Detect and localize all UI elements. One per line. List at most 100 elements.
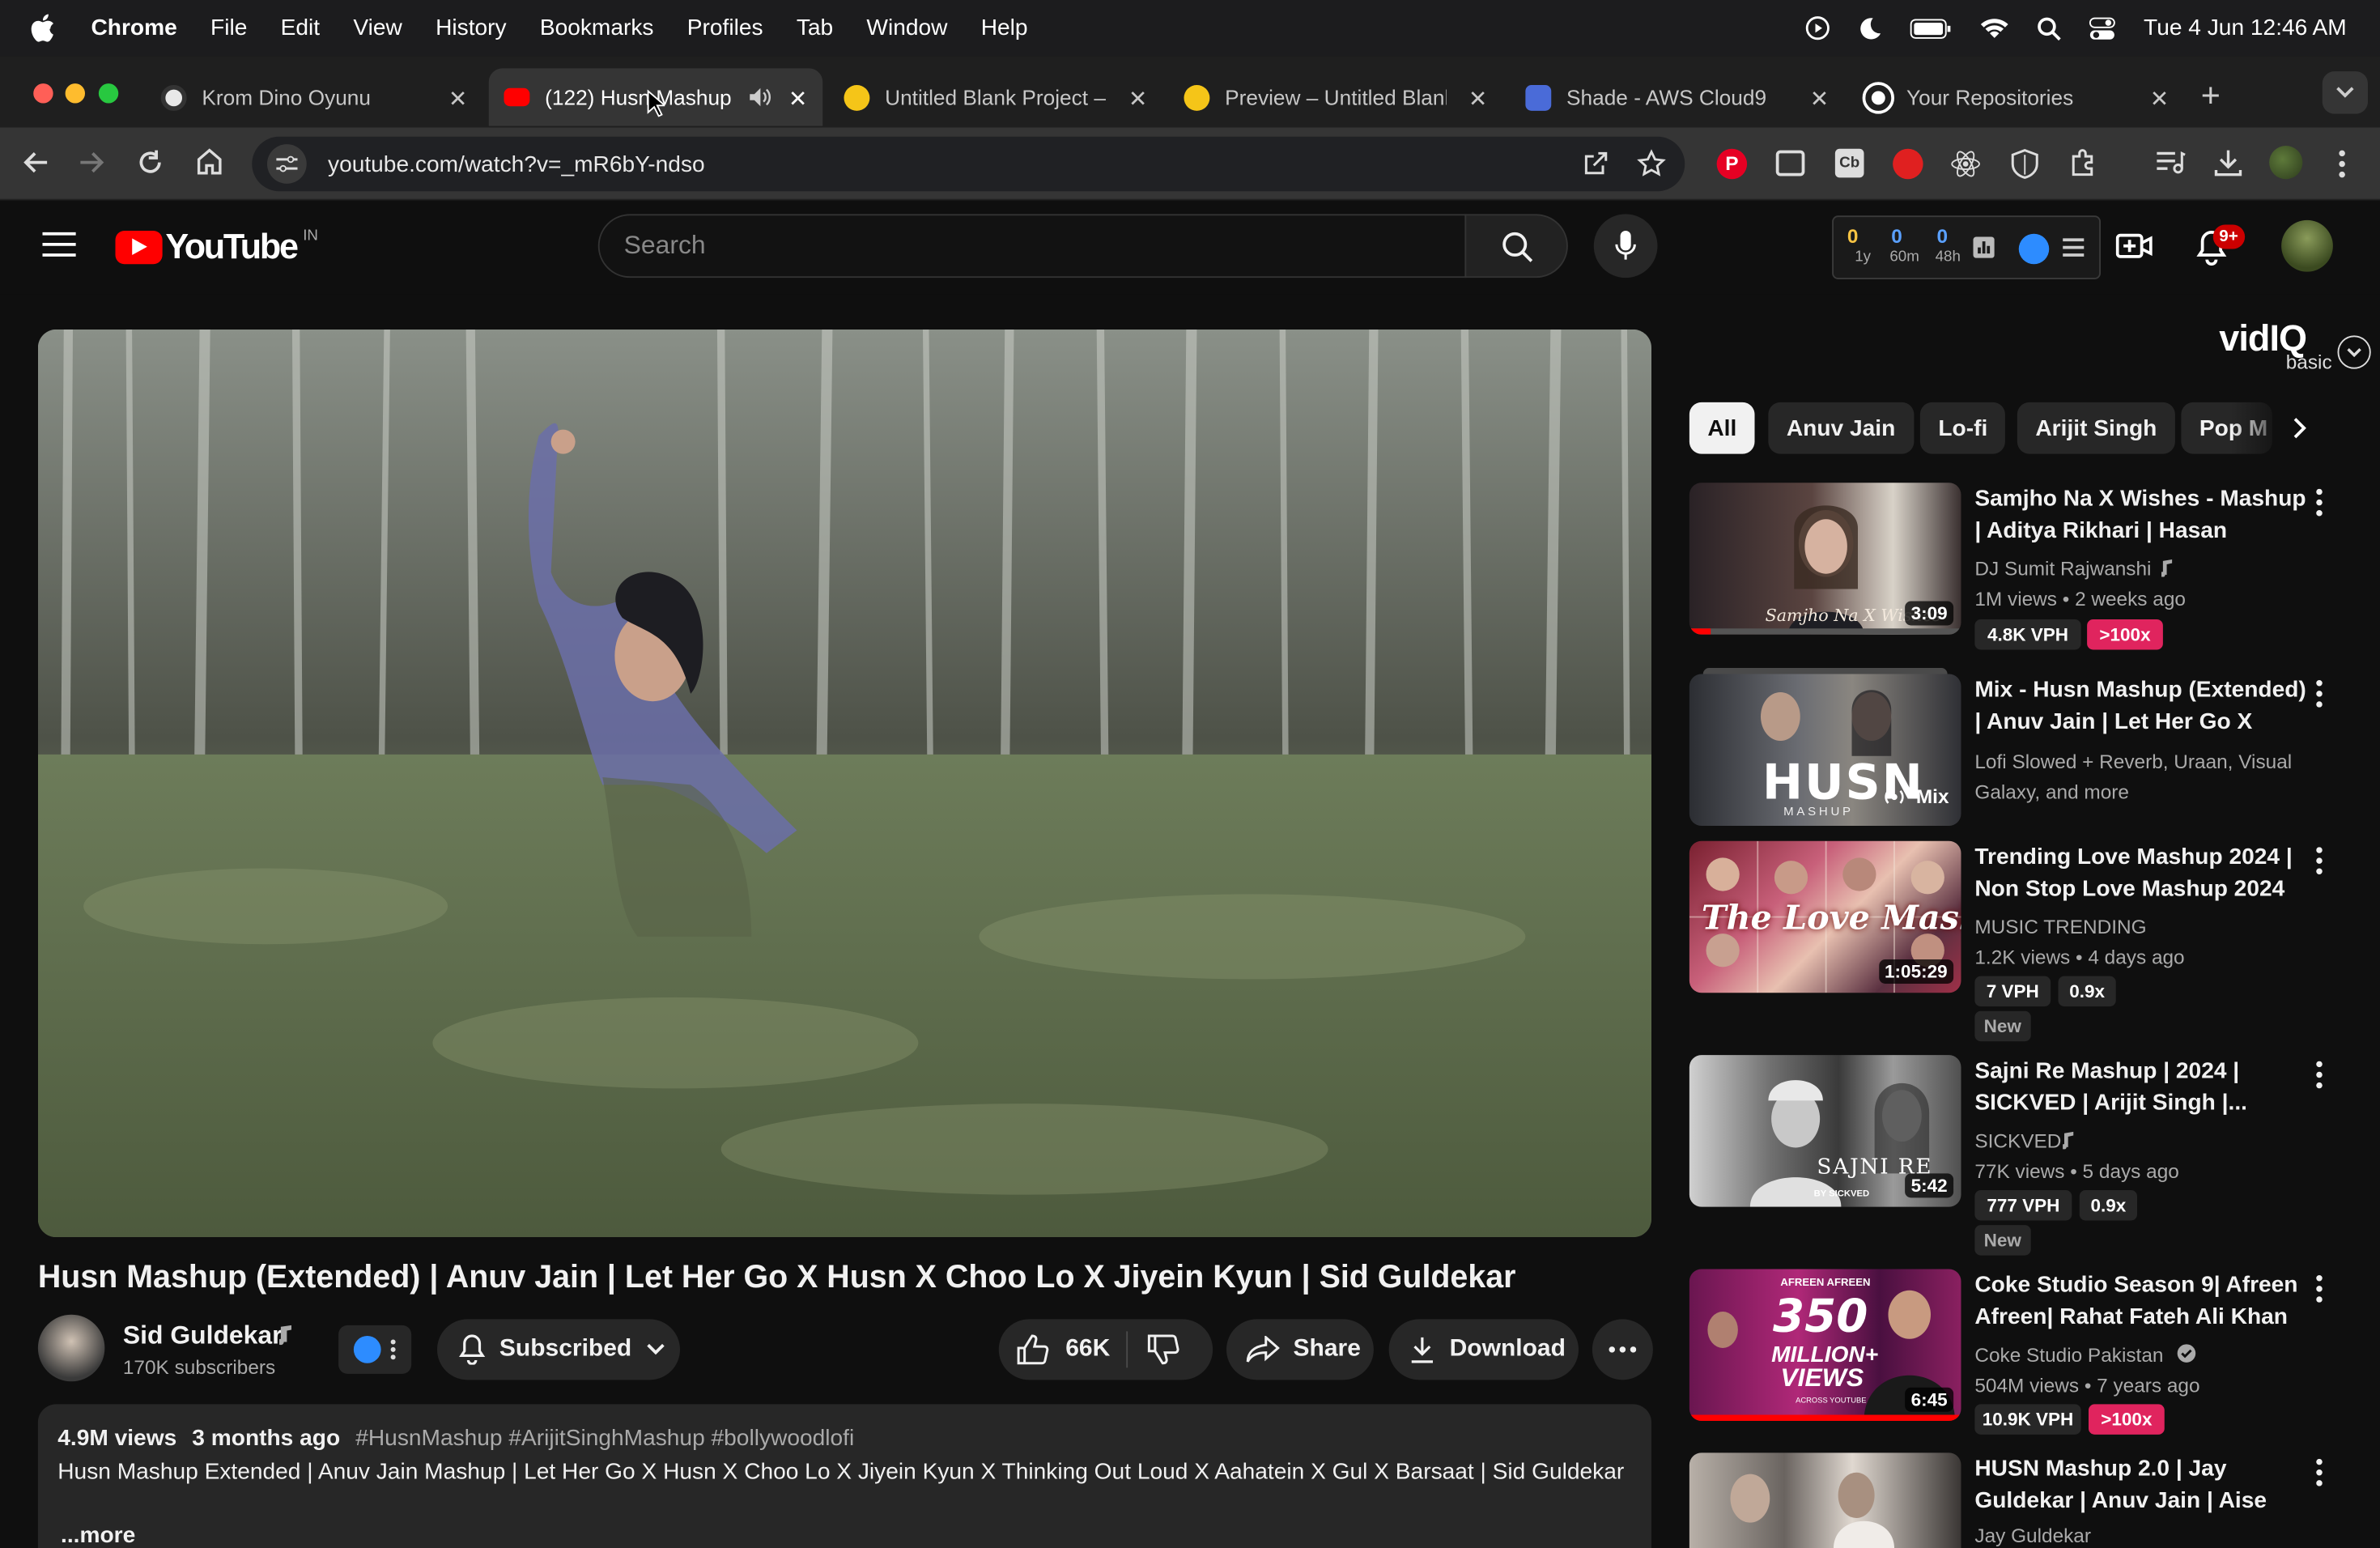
search-button[interactable] [1464,214,1568,279]
hamburger-menu-icon[interactable] [42,231,76,258]
chevron-right-icon[interactable] [2292,416,2307,440]
vidiq-logo[interactable]: vidIQ basic [2219,321,2331,372]
more-vert-icon[interactable] [2314,847,2327,878]
list-icon[interactable] [2063,237,2085,258]
search-input[interactable]: Search [597,214,1467,279]
forward-arrow-icon[interactable] [79,149,107,176]
play-status-icon[interactable] [1805,15,1831,41]
control-center-icon[interactable] [2089,16,2117,40]
menubar-clock[interactable]: Tue 4 Jun 12:46 AM [2144,15,2347,41]
description-box[interactable]: 4.9M views 3 months ago #HusnMashup #Ari… [37,1404,1651,1548]
chrome-menu-icon[interactable] [2338,149,2347,180]
menu-edit[interactable]: Edit [281,15,320,41]
zoom-window-button[interactable] [98,83,119,104]
minimize-window-button[interactable] [65,83,85,104]
video-thumbnail[interactable] [1689,1452,1961,1548]
recommendation-channel[interactable]: SICKVED [1974,1129,2061,1152]
more-vert-icon[interactable] [2314,1061,2327,1092]
account-avatar[interactable] [2281,219,2333,272]
chip-all[interactable]: All [1689,402,1755,454]
create-video-icon[interactable] [2115,229,2153,262]
recommendation-title[interactable]: Sajni Re Mashup | 2024 | SICKVED | Ariji… [1974,1055,2311,1119]
vidiq-channel-button[interactable] [338,1325,412,1374]
menu-help[interactable]: Help [981,15,1028,41]
video-thumbnail[interactable]: Samjho Na X Wishes 3:09 [1689,483,1961,635]
reload-icon[interactable] [137,149,164,176]
close-tab-icon[interactable]: ✕ [1128,85,1148,113]
hand-extension-icon[interactable] [1893,148,1923,180]
close-tab-icon[interactable]: ✕ [1810,85,1830,113]
like-button[interactable]: 66K [1017,1334,1110,1365]
chip-lo-fi[interactable]: Lo-fi [1919,402,2006,454]
tab-untitled-blank-project[interactable]: Untitled Blank Project – I ✕ [829,68,1163,125]
video-player[interactable] [37,329,1651,1238]
recommendation-title[interactable]: Mix - Husn Mashup (Extended) | Anuv Jain… [1974,674,2311,738]
wifi-icon[interactable] [1980,16,2011,40]
show-more-link[interactable]: ...more [61,1523,135,1548]
url-text[interactable]: youtube.com/watch?v=_mR6bY-ndso [328,151,705,177]
open-in-app-icon[interactable] [1582,151,1609,178]
recommendation-channel[interactable]: Jay Guldekar [1974,1525,2091,1547]
share-button[interactable]: Share [1226,1319,1374,1380]
video-thumbnail[interactable]: SAJNI RE BY SICKVED 5:42 [1689,1055,1961,1207]
tab-your-repositories[interactable]: Your Repositories ✕ [1851,68,2185,125]
extensions-puzzle-icon[interactable] [2069,147,2100,178]
menu-file[interactable]: File [210,15,247,41]
site-settings-icon[interactable] [267,144,307,184]
more-vert-icon[interactable] [2314,680,2327,711]
youtube-logo[interactable]: YouTube IN [115,226,318,267]
tab-preview-untitled[interactable]: Preview – Untitled Blank ✕ [1169,68,1503,125]
battery-icon[interactable] [1910,18,1953,39]
bookmark-star-icon[interactable] [1636,149,1667,180]
close-tab-icon[interactable]: ✕ [448,85,468,113]
subscribed-button[interactable]: Subscribed [437,1319,680,1380]
media-control-icon[interactable] [2156,149,2187,176]
recommendation-item[interactable]: HUSN Mashup 2.0 | Jay Guldekar | Anuv Ja… [1689,1452,2357,1548]
vidiq-stats-widget[interactable]: 0 1y 0 60m 0 48h [1832,215,2101,279]
recommendation-channel[interactable]: Lofi Slowed + Reverb, Uraan, Visual Gala… [1974,747,2309,808]
tab-search-button[interactable] [2322,71,2368,114]
recommendation-channel[interactable]: DJ Sumit Rajwanshi [1974,557,2151,580]
apple-icon[interactable] [31,14,55,43]
shield-extension-icon[interactable] [2011,149,2038,180]
recommendation-channel[interactable]: MUSIC TRENDING [1974,916,2146,938]
menu-view[interactable]: View [353,15,402,41]
focus-moon-icon[interactable] [1859,16,1883,40]
recommendation-item[interactable]: SAJNI RE BY SICKVED 5:42 Sajni Re Mashup… [1689,1055,2357,1256]
react-extension-icon[interactable] [1950,149,1981,180]
more-vert-icon[interactable] [2314,1458,2327,1490]
recommendation-title[interactable]: HUSN Mashup 2.0 | Jay Guldekar | Anuv Ja… [1974,1452,2311,1516]
pinterest-extension-icon[interactable]: P [1716,148,1748,180]
close-tab-icon[interactable]: ✕ [2150,85,2170,113]
hashtags[interactable]: #HusnMashup #ArijitSinghMashup #bollywoo… [355,1426,854,1452]
close-window-button[interactable] [33,83,53,104]
menu-bookmarks[interactable]: Bookmarks [540,15,654,41]
bar-chart-icon[interactable] [1973,236,1995,258]
tab-shade-aws-cloud9[interactable]: Shade - AWS Cloud9 ✕ [1511,68,1845,125]
channel-avatar[interactable] [37,1314,105,1382]
voice-search-button[interactable] [1593,214,1658,279]
menu-window[interactable]: Window [866,15,947,41]
new-tab-icon[interactable]: + [2201,76,2221,116]
cb-extension-icon[interactable]: Cb [1834,148,1864,178]
recommendation-item[interactable]: AFREEN AFREEN 350 MILLION+ VIEWS ACROSS … [1689,1269,2357,1440]
vidiq-collapse-button[interactable] [2337,335,2371,369]
recommendation-title[interactable]: Trending Love Mashup 2024 | Non Stop Lov… [1974,841,2311,905]
video-thumbnail[interactable]: The Love Mashup 1:05:29 [1689,840,1961,993]
recommendation-item[interactable]: The Love Mashup 1:05:29 Trending Love Ma… [1689,840,2357,1042]
more-vert-icon[interactable] [2314,1275,2327,1306]
close-tab-icon[interactable]: ✕ [1468,85,1488,113]
recommendation-item[interactable]: Samjho Na X Wishes 3:09 Samjho Na X Wish… [1689,483,2357,650]
video-thumbnail[interactable]: HUSN MASHUP Mix [1689,674,1961,826]
downloads-icon[interactable] [2213,147,2244,178]
video-thumbnail[interactable]: AFREEN AFREEN 350 MILLION+ VIEWS ACROSS … [1689,1269,1961,1421]
more-actions-button[interactable] [1592,1319,1653,1380]
recommendation-title[interactable]: Samjho Na X Wishes - Mashup | Aditya Rik… [1974,483,2311,546]
download-button[interactable]: Download [1388,1319,1579,1380]
window-extension-icon[interactable] [1775,150,1805,176]
recommendation-title[interactable]: Coke Studio Season 9| Afreen Afreen| Rah… [1974,1269,2311,1333]
back-arrow-icon[interactable] [21,149,49,176]
tab-krom-dino[interactable]: Krom Dino Oyunu ✕ [146,68,482,125]
more-vert-icon[interactable] [2314,488,2327,520]
channel-name[interactable]: Sid Guldekar [123,1320,283,1351]
